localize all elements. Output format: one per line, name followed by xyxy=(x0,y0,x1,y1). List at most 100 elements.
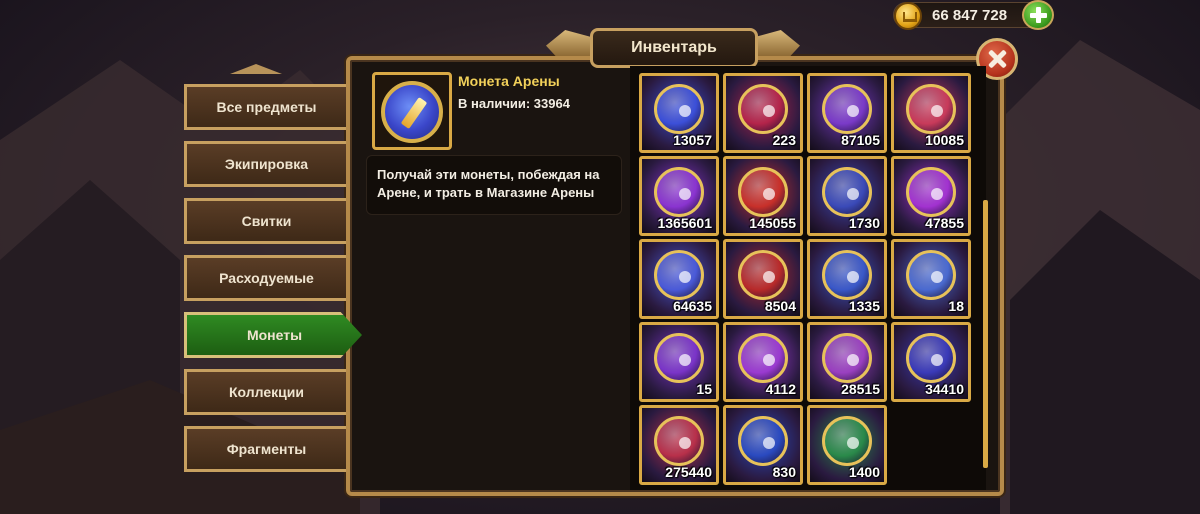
title-banner: Инвентарь xyxy=(590,28,758,68)
item-count: 13057 xyxy=(673,132,712,148)
icon-highlight xyxy=(931,271,943,283)
inventory-slot[interactable]: 47855 xyxy=(891,156,971,236)
icon-highlight xyxy=(931,188,943,200)
item-count: 1730 xyxy=(848,215,880,231)
inventory-slot[interactable]: 10085 xyxy=(891,73,971,153)
item-count: 34410 xyxy=(925,381,964,397)
cards-icon xyxy=(822,416,872,466)
winged-star-icon xyxy=(738,333,788,383)
item-count: 64635 xyxy=(673,298,712,314)
dragon-coin-icon xyxy=(738,167,788,217)
icon-highlight xyxy=(847,271,859,283)
description-text: Получай эти монеты, побеждая на Арене, и… xyxy=(377,167,600,200)
icon-highlight xyxy=(763,105,775,117)
sword-shape xyxy=(400,97,428,129)
eye-coin-icon xyxy=(654,84,704,134)
inventory-slot[interactable]: 1335 xyxy=(807,239,887,319)
tab-label: Коллекции xyxy=(229,384,304,400)
icon-highlight xyxy=(679,105,691,117)
icon-highlight xyxy=(679,188,691,200)
triangle-eye-coin-icon xyxy=(822,84,872,134)
item-count: 10085 xyxy=(925,132,964,148)
icon-highlight xyxy=(847,354,859,366)
icon-highlight xyxy=(931,354,943,366)
tab-label: Монеты xyxy=(246,327,303,343)
item-name: Монета Арены xyxy=(458,73,560,89)
inventory-slot[interactable]: 87105 xyxy=(807,73,887,153)
tab-scrolls[interactable]: Свитки xyxy=(184,198,346,244)
inventory-slot[interactable]: 145055 xyxy=(723,156,803,236)
item-count: 8504 xyxy=(764,298,796,314)
item-count: 18 xyxy=(948,298,964,314)
item-count: 1365601 xyxy=(657,215,712,231)
inventory-slot[interactable]: 28515 xyxy=(807,322,887,402)
item-count: 830 xyxy=(772,464,796,480)
ruby-crown-icon xyxy=(738,84,788,134)
square-hole-coin-icon xyxy=(906,167,956,217)
item-count: 47855 xyxy=(925,215,964,231)
inventory-slot[interactable]: 4112 xyxy=(723,322,803,402)
add-gold-button[interactable] xyxy=(1022,0,1054,30)
tab-collections[interactable]: Коллекции xyxy=(184,369,346,415)
shield-eye-coin-icon xyxy=(822,167,872,217)
icon-highlight xyxy=(763,188,775,200)
arena-coin-sword-icon xyxy=(381,81,443,143)
target-coin-icon xyxy=(654,416,704,466)
tab-label: Экипировка xyxy=(224,156,309,172)
inventory-slot[interactable]: 64635 xyxy=(639,239,719,319)
tab-label: Все предметы xyxy=(216,99,317,115)
item-count: 1400 xyxy=(848,464,880,480)
item-count: 28515 xyxy=(841,381,880,397)
inventory-slot[interactable]: 8504 xyxy=(723,239,803,319)
tab-all-items[interactable]: Все предметы xyxy=(184,84,346,130)
icon-highlight xyxy=(763,437,775,449)
tab-coins[interactable]: Монеты xyxy=(184,312,362,358)
tab-fragments[interactable]: Фрагменты xyxy=(184,426,346,472)
item-description: Получай эти монеты, побеждая на Арене, и… xyxy=(366,155,622,215)
guild-emblem-icon xyxy=(738,250,788,300)
icon-highlight xyxy=(931,105,943,117)
gold-chest-icon xyxy=(822,333,872,383)
icon-highlight xyxy=(679,271,691,283)
icon-highlight xyxy=(847,188,859,200)
icon-highlight xyxy=(679,354,691,366)
page-title: Инвентарь xyxy=(631,39,717,56)
item-count: 1335 xyxy=(848,298,880,314)
blue-flame-emblem-icon xyxy=(822,250,872,300)
inventory-slot[interactable]: 1365601 xyxy=(639,156,719,236)
inventory-slot[interactable]: 223 xyxy=(723,73,803,153)
tab-equipment[interactable]: Экипировка xyxy=(184,141,346,187)
inventory-slot[interactable]: 13057 xyxy=(639,73,719,153)
icon-highlight xyxy=(847,105,859,117)
crystal-pile-icon xyxy=(654,167,704,217)
scrollbar[interactable] xyxy=(983,200,988,468)
icon-highlight xyxy=(763,271,775,283)
item-stock: В наличии: 33964 xyxy=(458,96,570,111)
gold-amount: 66 847 728 xyxy=(932,7,1008,24)
inventory-slot[interactable]: 275440 xyxy=(639,405,719,485)
inventory-slot[interactable]: 1730 xyxy=(807,156,887,236)
item-count: 145055 xyxy=(749,215,796,231)
item-count: 223 xyxy=(772,132,796,148)
rainbow-ring-icon xyxy=(654,333,704,383)
inventory-slot[interactable]: 15 xyxy=(639,322,719,402)
gem-pile-icon xyxy=(906,333,956,383)
potion-gems-icon xyxy=(654,250,704,300)
tab-consumables[interactable]: Расходуемые xyxy=(184,255,346,301)
inventory-slot[interactable]: 1400 xyxy=(807,405,887,485)
item-count: 15 xyxy=(696,381,712,397)
chain-coin-icon xyxy=(738,416,788,466)
tab-label: Фрагменты xyxy=(226,441,307,457)
tri-gem-icon xyxy=(906,84,956,134)
tab-label: Расходуемые xyxy=(219,270,314,286)
coin-crown-icon xyxy=(894,2,922,30)
inventory-slot[interactable]: 830 xyxy=(723,405,803,485)
cannon-icon xyxy=(906,250,956,300)
item-count: 275440 xyxy=(665,464,712,480)
icon-highlight xyxy=(763,354,775,366)
selected-item-frame xyxy=(372,72,452,150)
inventory-slot[interactable]: 34410 xyxy=(891,322,971,402)
inventory-slot[interactable]: 18 xyxy=(891,239,971,319)
icon-highlight xyxy=(679,437,691,449)
item-count: 87105 xyxy=(841,132,880,148)
